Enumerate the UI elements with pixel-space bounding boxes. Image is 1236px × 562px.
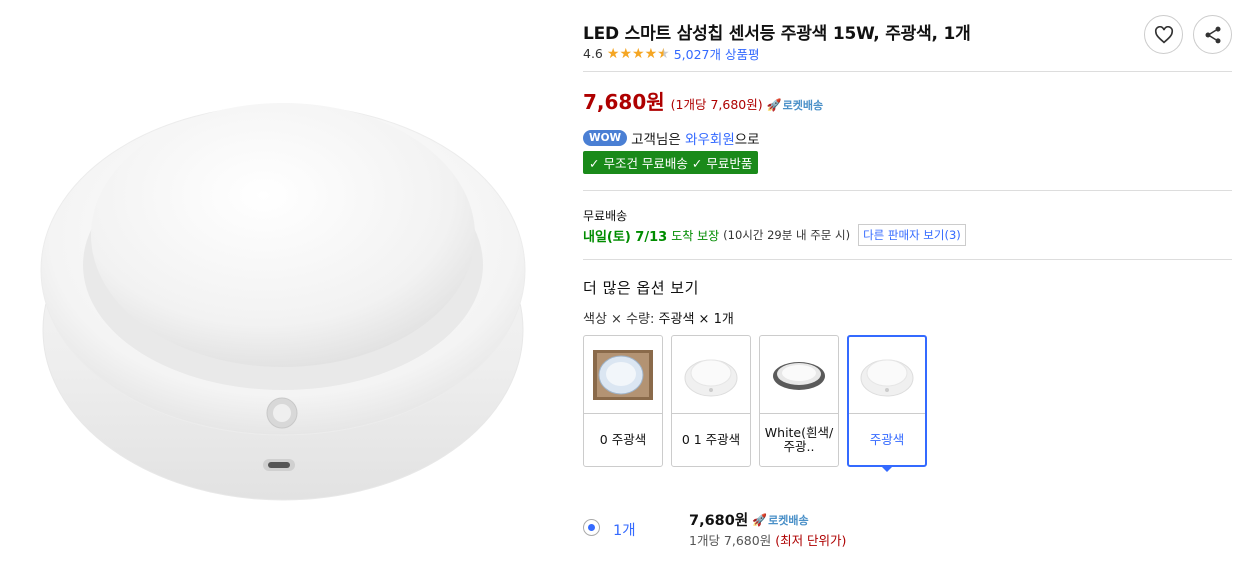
wow-suffix: 으로	[734, 132, 760, 148]
wow-prefix: 고객님은	[631, 132, 681, 148]
quantity-price: 7,680원	[689, 513, 749, 529]
rocket-delivery-badge: 🚀 로켓배송	[767, 97, 823, 113]
product-image	[0, 0, 570, 562]
option-card[interactable]: 0 주광색	[583, 335, 663, 467]
option-thumbnail	[849, 337, 925, 414]
divider	[583, 190, 1232, 191]
delivery-date: 내일(토) 7/13	[583, 229, 668, 245]
free-shipping-return-badge: ✓ 무조건 무료배송 ✓ 무료반품	[583, 151, 759, 174]
other-sellers-button[interactable]: 다른 판매자 보기(3)	[858, 224, 966, 246]
option-card-label: 주광색	[869, 432, 905, 447]
wow-member-row: WOW 고객님은 와우회원 으로	[583, 128, 760, 148]
star-icon: ★	[644, 45, 658, 62]
delivery-row: 내일(토) 7/13 도착 보장 (10시간 29분 내 주문 시) 다른 판매…	[583, 224, 966, 246]
product-title: LED 스마트 삼성칩 센서등 주광색 15W, 주광색, 1개	[583, 24, 971, 44]
rocket-label: 로켓배송	[782, 99, 824, 112]
wishlist-button[interactable]	[1144, 15, 1183, 54]
divider	[583, 259, 1232, 260]
divider	[583, 71, 1232, 72]
unit-price: (1개당 7,680원)	[670, 97, 763, 112]
lamp-box-thumbnail	[593, 349, 653, 400]
rocket-delivery-badge: 🚀 로켓배송	[752, 512, 808, 528]
selected-option-pointer	[881, 466, 893, 472]
option-selected-value: 주광색 × 1개	[658, 312, 734, 327]
price-row: 7,680원 (1개당 7,680원) 🚀 로켓배송	[583, 86, 823, 115]
rating-value: 4.6	[583, 46, 603, 61]
star-icon: ★	[619, 45, 633, 62]
rocket-label: 로켓배송	[768, 513, 809, 527]
option-thumbnail	[584, 336, 662, 414]
lamp-thumbnail	[860, 359, 914, 397]
quantity-label: 1개	[613, 523, 636, 539]
delivery-guarantee: 도착 보장	[671, 228, 720, 243]
product-info: LED 스마트 삼성칩 센서등 주광색 15W, 주광색, 1개 4.6 ★ ★…	[583, 0, 1233, 562]
rating-stars: ★ ★ ★ ★ ★	[607, 47, 670, 61]
wow-member-link[interactable]: 와우회원	[685, 128, 735, 148]
share-button[interactable]	[1193, 15, 1232, 54]
rating-row: 4.6 ★ ★ ★ ★ ★ 5,027개 상품평	[583, 44, 759, 63]
share-icon	[1205, 26, 1220, 43]
lamp-thumbnail	[684, 359, 738, 396]
option-thumbnail	[672, 336, 750, 414]
option-card-label: 0 1 주광색	[681, 432, 741, 447]
quantity-unit-price: 1개당 7,680원 (최저 단위가)	[689, 530, 846, 549]
lamp-dark-rim-thumbnail	[773, 361, 825, 390]
wow-badge: WOW	[583, 130, 628, 146]
star-icon: ★	[606, 45, 620, 62]
heart-icon	[1154, 25, 1173, 43]
unit-price-text: 1개당 7,680원	[689, 533, 772, 548]
sensor-lamp-image	[40, 103, 526, 501]
half-star-icon: ★	[657, 45, 670, 62]
shipping-label: 무료배송	[583, 209, 628, 223]
radio-dot	[588, 524, 595, 531]
rocket-icon: 🚀	[752, 512, 768, 527]
review-count-link[interactable]: 5,027개 상품평	[674, 44, 760, 63]
option-thumbnail	[760, 336, 838, 414]
lowest-unit-price-note: (최저 단위가)	[775, 533, 847, 548]
option-label-prefix: 색상 × 수량:	[583, 312, 655, 327]
sale-price: 7,680원	[583, 90, 665, 114]
star-icon: ★	[632, 45, 645, 62]
option-card-label: 0 주광색	[599, 432, 647, 447]
option-card[interactable]: White(흰색/주광..	[759, 335, 839, 467]
option-card-selected[interactable]: 주광색	[847, 335, 927, 467]
rocket-icon: 🚀	[766, 98, 782, 112]
order-deadline-note: (10시간 29분 내 주문 시)	[723, 228, 851, 242]
more-options-heading: 더 많은 옵션 보기	[583, 279, 699, 297]
quantity-radio[interactable]	[583, 519, 600, 536]
quantity-price-row: 7,680원 🚀 로켓배송	[689, 509, 809, 530]
option-selection-label: 색상 × 수량: 주광색 × 1개	[583, 308, 734, 327]
option-card[interactable]: 0 1 주광색	[671, 335, 751, 467]
option-card-label: White(흰색/주광..	[764, 425, 834, 454]
